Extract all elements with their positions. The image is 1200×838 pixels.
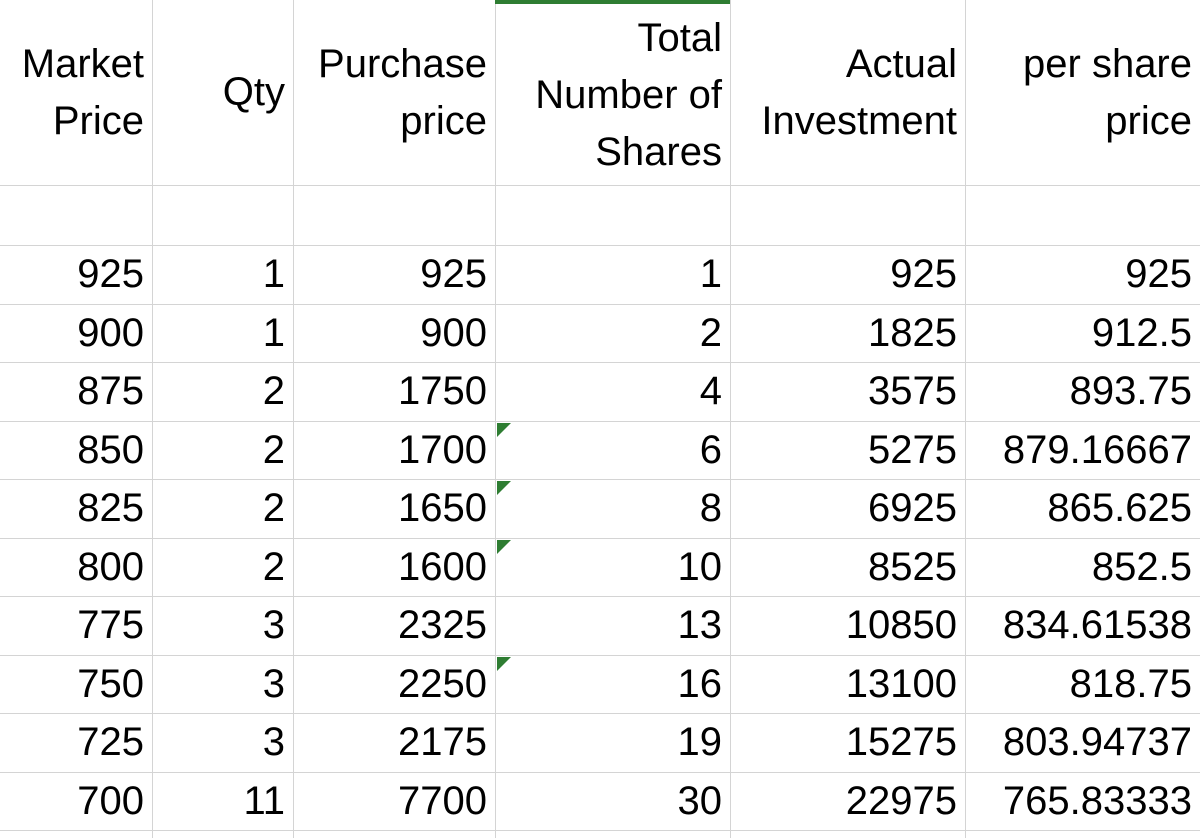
- error-indicator-icon[interactable]: [497, 422, 511, 437]
- cell-qty[interactable]: 1: [152, 245, 293, 304]
- cell-total-shares[interactable]: 6: [495, 421, 730, 480]
- cell-per-share-price[interactable]: 834.61538: [965, 596, 1200, 655]
- cell-actual-investment[interactable]: 6925: [730, 479, 965, 538]
- cell-market-price[interactable]: 700: [0, 772, 152, 831]
- cell-purchase-price[interactable]: 1700: [293, 421, 495, 480]
- cell-total-shares[interactable]: 30: [495, 772, 730, 831]
- cell-actual-investment[interactable]: 10850: [730, 596, 965, 655]
- cell-market-price[interactable]: 750: [0, 655, 152, 714]
- cell-qty[interactable]: 3: [152, 713, 293, 772]
- cell-actual-investment[interactable]: 15275: [730, 713, 965, 772]
- cell-market-price[interactable]: 800: [0, 538, 152, 597]
- cell-per-share-price[interactable]: 803.94737: [965, 713, 1200, 772]
- cell-total-shares[interactable]: 8: [495, 479, 730, 538]
- row-gridline: [0, 830, 1200, 831]
- cell-qty[interactable]: 11: [152, 772, 293, 831]
- cell-total-shares[interactable]: 10: [495, 538, 730, 597]
- cell-purchase-price[interactable]: 1600: [293, 538, 495, 597]
- error-indicator-icon[interactable]: [497, 539, 511, 554]
- cell-market-price[interactable]: 825: [0, 479, 152, 538]
- header-actual-investment[interactable]: Actual Investment: [730, 0, 965, 185]
- error-indicator-icon[interactable]: [497, 481, 511, 495]
- cell-purchase-price[interactable]: 7700: [293, 772, 495, 831]
- cell-qty[interactable]: 2: [152, 479, 293, 538]
- cell-actual-investment[interactable]: 13100: [730, 655, 965, 714]
- row-gridline: [0, 185, 1200, 186]
- cell-total-shares[interactable]: 16: [495, 655, 730, 714]
- cell-per-share-price[interactable]: 912.5: [965, 304, 1200, 363]
- cell-per-share-price[interactable]: 765.83333: [965, 772, 1200, 831]
- header-purchase-price[interactable]: Purchase price: [293, 0, 495, 185]
- cell-total-shares[interactable]: 2: [495, 304, 730, 363]
- cell-total-shares[interactable]: 4: [495, 362, 730, 421]
- cell-actual-investment[interactable]: 1825: [730, 304, 965, 363]
- cell-market-price[interactable]: 900: [0, 304, 152, 363]
- empty-cell[interactable]: [0, 185, 152, 245]
- cell-per-share-price[interactable]: 879.16667: [965, 421, 1200, 480]
- cell-market-price[interactable]: 875: [0, 362, 152, 421]
- cell-actual-investment[interactable]: 8525: [730, 538, 965, 597]
- cell-actual-investment[interactable]: 22975: [730, 772, 965, 831]
- cell-market-price[interactable]: 775: [0, 596, 152, 655]
- spreadsheet-grid[interactable]: Market Price Qty Purchase price Total Nu…: [0, 0, 1200, 838]
- cell-market-price[interactable]: 725: [0, 713, 152, 772]
- cell-actual-investment[interactable]: 925: [730, 245, 965, 304]
- cell-purchase-price[interactable]: 1750: [293, 362, 495, 421]
- cell-market-price[interactable]: 850: [0, 421, 152, 480]
- cell-total-shares[interactable]: 19: [495, 713, 730, 772]
- cell-per-share-price[interactable]: 865.625: [965, 479, 1200, 538]
- header-total-number-of-shares[interactable]: Total Number of Shares: [495, 0, 730, 185]
- cell-actual-investment[interactable]: 3575: [730, 362, 965, 421]
- cell-per-share-price[interactable]: 925: [965, 245, 1200, 304]
- cell-purchase-price[interactable]: 925: [293, 245, 495, 304]
- cell-total-shares[interactable]: 1: [495, 245, 730, 304]
- cell-qty[interactable]: 1: [152, 304, 293, 363]
- cell-per-share-price[interactable]: 893.75: [965, 362, 1200, 421]
- cell-purchase-price[interactable]: 1650: [293, 479, 495, 538]
- cell-qty[interactable]: 3: [152, 655, 293, 714]
- header-market-price[interactable]: Market Price: [0, 0, 152, 185]
- cell-actual-investment[interactable]: 5275: [730, 421, 965, 480]
- cell-market-price[interactable]: 925: [0, 245, 152, 304]
- header-qty[interactable]: Qty: [152, 0, 293, 185]
- cell-qty[interactable]: 2: [152, 538, 293, 597]
- cell-purchase-price[interactable]: 900: [293, 304, 495, 363]
- cell-purchase-price[interactable]: 2175: [293, 713, 495, 772]
- header-per-share-price[interactable]: per share price: [965, 0, 1200, 185]
- cell-qty[interactable]: 2: [152, 421, 293, 480]
- cell-purchase-price[interactable]: 2250: [293, 655, 495, 714]
- cell-per-share-price[interactable]: 852.5: [965, 538, 1200, 597]
- error-indicator-icon[interactable]: [497, 656, 511, 671]
- cell-per-share-price[interactable]: 818.75: [965, 655, 1200, 714]
- cell-total-shares[interactable]: 13: [495, 596, 730, 655]
- cell-qty[interactable]: 2: [152, 362, 293, 421]
- cell-qty[interactable]: 3: [152, 596, 293, 655]
- cell-purchase-price[interactable]: 2325: [293, 596, 495, 655]
